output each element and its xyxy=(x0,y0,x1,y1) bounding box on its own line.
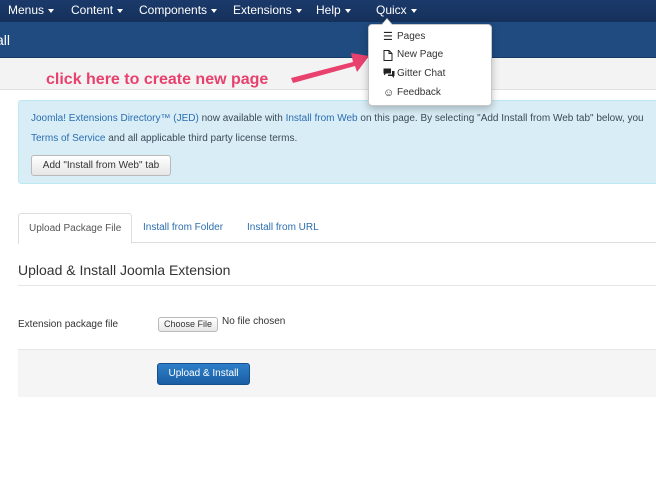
quicx-dropdown-menu: ☰ Pages New Page Gitter Chat ☺ Feedback xyxy=(368,18,493,106)
menu-content[interactable]: Content xyxy=(71,3,124,17)
dropdown-item-feedback[interactable]: ☺ Feedback xyxy=(369,84,493,102)
dropdown-item-feedback-label: Feedback xyxy=(397,87,441,98)
caret-down-icon xyxy=(410,8,417,13)
page-title: all xyxy=(0,32,11,48)
terms-of-service-link[interactable]: Terms of Service xyxy=(31,133,105,144)
menu-content-label: Content xyxy=(71,3,114,17)
tab-bar: Upload Package File Install from Folder … xyxy=(18,213,656,244)
menu-components-label: Components xyxy=(139,3,208,17)
chat-icon-glyph xyxy=(383,68,395,78)
info-text-c: and all applicable third party license t… xyxy=(108,133,298,144)
new-page-icon xyxy=(383,46,395,67)
list-icon: ☰ xyxy=(383,31,393,43)
menu-components[interactable]: Components xyxy=(139,3,218,17)
menu-help[interactable]: Help xyxy=(316,3,351,17)
menu-quicx[interactable]: Quicx xyxy=(376,3,417,17)
info-alert: Joomla! Extensions Directory™ (JED) now … xyxy=(18,100,656,184)
dropdown-item-pages-label: Pages xyxy=(397,31,426,42)
menu-extensions[interactable]: Extensions xyxy=(233,3,302,17)
tab-install-from-folder[interactable]: Install from Folder xyxy=(133,213,233,243)
new-page-icon-glyph xyxy=(383,50,393,61)
caret-down-icon xyxy=(48,8,55,13)
extension-package-label: Extension package file xyxy=(18,319,119,330)
choose-file-button[interactable]: Choose File xyxy=(158,317,218,332)
install-from-web-link[interactable]: Install from Web xyxy=(286,113,358,124)
caret-down-icon xyxy=(117,8,124,13)
menu-extensions-label: Extensions xyxy=(233,3,292,17)
section-title: Upload & Install Joomla Extension xyxy=(18,262,231,278)
menu-menus-label: Menus xyxy=(8,3,45,17)
menu-help-label: Help xyxy=(316,3,341,17)
dropdown-item-new-page-label: New Page xyxy=(397,49,444,60)
upload-install-button[interactable]: Upload & Install xyxy=(157,363,250,385)
jed-link[interactable]: Joomla! Extensions Directory™ (JED) xyxy=(31,113,199,124)
arrow-shape xyxy=(291,53,369,83)
add-install-from-web-button[interactable]: Add "Install from Web" tab xyxy=(31,155,171,176)
menu-menus[interactable]: Menus xyxy=(8,3,55,17)
menu-quicx-label: Quicx xyxy=(376,3,407,17)
smile-icon: ☺ xyxy=(383,87,395,99)
info-line-2: Terms of Service and all applicable thir… xyxy=(31,133,297,144)
file-status: No file chosen xyxy=(222,316,286,327)
tab-upload-package-file[interactable]: Upload Package File xyxy=(18,213,133,244)
annotation-arrow xyxy=(291,53,369,83)
dropdown-item-gitter-chat-label: Gitter Chat xyxy=(397,68,446,79)
annotation-text: click here to create new page xyxy=(46,71,269,88)
caret-down-icon xyxy=(344,8,351,13)
dropdown-item-pages[interactable]: ☰ Pages xyxy=(369,28,493,46)
dropdown-item-new-page[interactable]: New Page xyxy=(369,46,493,64)
form-actions xyxy=(18,349,656,397)
caret-down-icon xyxy=(295,8,302,13)
chat-icon xyxy=(383,65,395,85)
top-navbar: Menus Content Components Extensions Help… xyxy=(0,0,656,22)
info-text-a: now available with xyxy=(201,113,283,124)
dropdown-item-gitter-chat[interactable]: Gitter Chat xyxy=(369,65,493,83)
info-line-1: Joomla! Extensions Directory™ (JED) now … xyxy=(31,113,644,124)
info-text-b: on this page. By selecting "Add Install … xyxy=(360,113,644,124)
section-divider xyxy=(18,285,656,286)
caret-down-icon xyxy=(211,8,218,13)
tab-install-from-url[interactable]: Install from URL xyxy=(237,213,329,243)
